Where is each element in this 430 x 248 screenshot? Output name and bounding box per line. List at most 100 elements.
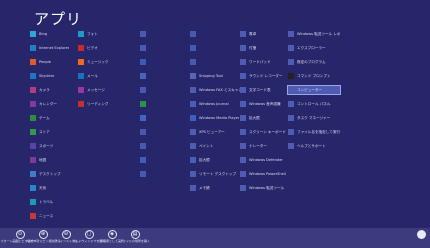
app-tile[interactable]: メール — [78, 72, 130, 80]
app-tile[interactable]: Skydrive — [30, 72, 82, 80]
app-tile[interactable]: Windows FAX とスキャン — [190, 86, 242, 94]
app-tile[interactable]: 地図 — [30, 156, 82, 164]
app-icon — [190, 45, 196, 51]
app-tile[interactable] — [140, 100, 192, 108]
app-icon — [240, 87, 246, 93]
app-icon — [240, 171, 246, 177]
app-icon — [288, 31, 294, 37]
semantic-zoom-button[interactable] — [417, 230, 426, 239]
app-label: 拡大鏡 — [249, 116, 260, 120]
app-tile[interactable]: ペイント — [190, 142, 242, 150]
app-tile[interactable]: サウンド レコーダー — [240, 72, 292, 80]
app-tile[interactable]: 拡大鏡 — [240, 114, 292, 122]
app-tile[interactable]: Windows 転送ツール レポート — [288, 30, 340, 38]
app-icon — [240, 185, 246, 191]
app-tile[interactable]: ビデオ — [78, 44, 130, 52]
app-tile[interactable]: メッセージ — [78, 86, 130, 94]
app-tile[interactable]: ファイル名を指定して実行 — [288, 128, 340, 136]
app-tile[interactable]: Windows 転送ツール — [240, 184, 292, 192]
app-label: Windows 転送ツール レポート — [297, 32, 340, 36]
app-tile[interactable] — [190, 30, 242, 38]
app-tile[interactable]: 拡大鏡 — [190, 156, 242, 164]
app-label: 付箋 — [249, 46, 257, 50]
app-bar-button[interactable]: ▤ ファイルの場所を開く — [120, 230, 150, 247]
app-tile[interactable]: 既定のプログラム — [288, 58, 340, 66]
app-bar: ⊙ スタート画面にピン留めする ⊕ タスクバーにピン留めする ⊖ アンインストール ▢ 新しい… — [0, 228, 430, 248]
app-tile[interactable]: カレンダー — [30, 100, 82, 108]
app-tile[interactable]: Windows Journal — [190, 100, 242, 108]
app-icon — [240, 157, 246, 163]
app-tile[interactable]: コントロール パネル — [288, 100, 340, 108]
app-tile[interactable]: コンピューター — [287, 85, 341, 95]
app-label: スポーツ — [39, 144, 54, 148]
app-tile[interactable]: メモ帳 — [190, 184, 242, 192]
app-icon — [190, 185, 196, 191]
app-tile[interactable]: エクスプローラー — [288, 44, 340, 52]
app-tile[interactable] — [140, 128, 192, 136]
app-tile[interactable]: 電卓 — [240, 30, 292, 38]
app-tile[interactable]: フォト — [78, 30, 130, 38]
app-tile[interactable]: People — [30, 58, 82, 66]
app-tile[interactable] — [140, 30, 192, 38]
app-icon — [30, 101, 36, 107]
app-tile[interactable] — [140, 114, 192, 122]
app-label: スクリーン キーボード — [249, 130, 286, 134]
app-tile[interactable]: ナレーター — [240, 142, 292, 150]
uninstall-icon: ⊖ — [61, 230, 71, 239]
app-tile[interactable]: Internet Explorer — [30, 44, 82, 52]
app-label: フォト — [87, 32, 98, 36]
app-icon — [78, 59, 84, 65]
app-icon — [190, 115, 196, 121]
app-tile[interactable]: Bing — [30, 30, 82, 38]
app-tile[interactable]: ニュース — [30, 212, 82, 220]
app-label: Windows FAX とスキャン — [199, 88, 242, 92]
app-icon — [30, 171, 36, 177]
app-label: ヘルプとサポート — [297, 144, 326, 148]
app-tile[interactable]: Snipping Tool — [190, 72, 242, 80]
app-icon — [288, 73, 294, 79]
app-tile[interactable] — [140, 44, 192, 52]
app-label: Skydrive — [39, 74, 55, 78]
app-tile[interactable] — [140, 142, 192, 150]
app-tile[interactable]: Windows Defender — [240, 156, 292, 164]
app-label: XPS ビューアー — [199, 130, 225, 134]
app-tile[interactable] — [190, 44, 242, 52]
app-icon — [78, 31, 84, 37]
app-tile[interactable]: スポーツ — [30, 142, 82, 150]
app-label: ミュージック — [87, 60, 109, 64]
app-icon — [240, 59, 246, 65]
app-tile[interactable]: コマンド プロンプト — [288, 72, 340, 80]
app-tile[interactable]: デスクトップ — [30, 170, 82, 178]
app-tile[interactable]: ゲーム — [30, 114, 82, 122]
app-icon — [140, 59, 146, 65]
app-tile[interactable]: Windows 音声認識 — [240, 100, 292, 108]
app-tile[interactable]: 天気 — [30, 184, 82, 192]
app-tile[interactable]: リーディング — [78, 100, 130, 108]
app-tile[interactable]: XPS ビューアー — [190, 128, 242, 136]
app-label: Windows Defender — [249, 158, 283, 162]
app-tile[interactable]: スクリーン キーボード — [240, 128, 292, 136]
app-tile[interactable]: ストア — [30, 128, 82, 136]
app-icon — [30, 185, 36, 191]
app-tile[interactable] — [190, 58, 242, 66]
app-icon — [190, 129, 196, 135]
app-tile[interactable] — [140, 170, 192, 178]
app-tile[interactable]: トラベル — [30, 198, 82, 206]
app-tile[interactable]: ヘルプとサポート — [288, 142, 340, 150]
app-tile[interactable]: ワードパッド — [240, 58, 292, 66]
app-tile[interactable]: ミュージック — [78, 58, 130, 66]
app-label: ストア — [39, 130, 50, 134]
app-icon — [30, 45, 36, 51]
app-tile[interactable]: Windows PowerShell — [240, 170, 292, 178]
app-tile[interactable]: カメラ — [30, 86, 82, 94]
app-tile[interactable]: Windows Media Player — [190, 114, 242, 122]
app-tile[interactable]: タスク マネージャー — [288, 114, 340, 122]
app-tile[interactable]: リモート デスクトップ — [190, 170, 242, 178]
app-tile[interactable] — [140, 72, 192, 80]
app-tile[interactable]: 付箋 — [240, 44, 292, 52]
app-tile[interactable] — [140, 58, 192, 66]
app-tile[interactable] — [140, 156, 192, 164]
app-tile[interactable]: 文字コード表 — [240, 86, 292, 94]
app-label: 地図 — [39, 158, 47, 162]
app-tile[interactable] — [140, 86, 192, 94]
